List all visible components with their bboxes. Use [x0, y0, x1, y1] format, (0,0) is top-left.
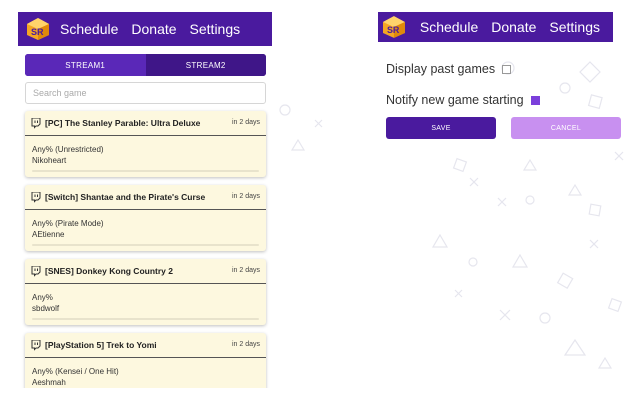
cancel-button[interactable]: CANCEL — [511, 117, 621, 139]
game-card-header: [SNES] Donkey Kong Country 2 in 2 days — [25, 259, 266, 284]
svg-text:SR: SR — [31, 27, 44, 37]
app-header: SR Schedule Donate Settings — [18, 12, 272, 46]
svg-text:SR: SR — [387, 25, 400, 35]
twitch-icon — [31, 339, 41, 351]
twitch-icon — [31, 191, 41, 203]
game-progress-bar — [32, 170, 259, 172]
game-card-header: [PlayStation 5] Trek to Yomi in 2 days — [25, 333, 266, 358]
tab-stream2[interactable]: STREAM2 — [145, 54, 266, 76]
nav-settings[interactable]: Settings — [549, 19, 600, 35]
game-category: Any% (Unrestricted) — [32, 145, 104, 154]
game-category: Any% — [32, 293, 53, 302]
game-title: [SNES] Donkey Kong Country 2 — [45, 266, 173, 276]
game-card[interactable]: [SNES] Donkey Kong Country 2 in 2 days A… — [25, 259, 266, 325]
nav-donate[interactable]: Donate — [131, 21, 176, 37]
game-start-time: in 2 days — [231, 119, 260, 126]
game-category: Any% (Pirate Mode) — [32, 219, 104, 228]
settings-panel: SR Schedule Donate Settings Display past… — [378, 12, 621, 152]
game-card[interactable]: [PC] The Stanley Parable: Ultra Deluxe i… — [25, 111, 266, 177]
game-category: Any% (Kensei / One Hit) — [32, 367, 119, 376]
schedule-panel: SR Schedule Donate Settings STREAM1 STRE… — [18, 12, 272, 388]
game-card[interactable]: [Switch] Shantae and the Pirate's Curse … — [25, 185, 266, 251]
nav-donate[interactable]: Donate — [491, 19, 536, 35]
game-runner: Nikoheart — [32, 156, 67, 165]
search-input[interactable] — [25, 82, 266, 104]
game-card-header: [PC] The Stanley Parable: Ultra Deluxe i… — [25, 111, 266, 136]
game-title: [PlayStation 5] Trek to Yomi — [45, 340, 157, 350]
game-card-header: [Switch] Shantae and the Pirate's Curse … — [25, 185, 266, 210]
game-runner: sbdwolf — [32, 304, 60, 313]
setting-notify-new-game[interactable]: Notify new game starting — [386, 93, 540, 107]
setting-display-past-games[interactable]: Display past games — [386, 62, 512, 76]
game-list: [PC] The Stanley Parable: Ultra Deluxe i… — [25, 111, 266, 388]
stream-tabs: STREAM1 STREAM2 — [25, 54, 266, 76]
game-start-time: in 2 days — [231, 341, 260, 348]
game-start-time: in 2 days — [231, 193, 260, 200]
game-card[interactable]: [PlayStation 5] Trek to Yomi in 2 days A… — [25, 333, 266, 388]
game-runner: AEtienne — [32, 230, 65, 239]
notify-new-game-checkbox[interactable] — [530, 95, 540, 105]
nav-schedule[interactable]: Schedule — [60, 21, 118, 37]
twitch-icon — [31, 117, 41, 129]
setting-label: Notify new game starting — [386, 93, 524, 107]
display-past-games-checkbox[interactable] — [502, 64, 512, 74]
game-title: [PC] The Stanley Parable: Ultra Deluxe — [45, 118, 201, 128]
app-logo-icon[interactable]: SR — [26, 17, 50, 41]
game-runner: Aeshmah — [32, 378, 66, 387]
game-progress-bar — [32, 244, 259, 246]
tab-stream1[interactable]: STREAM1 — [25, 54, 146, 76]
game-start-time: in 2 days — [231, 267, 260, 274]
app-logo-icon[interactable]: SR — [382, 15, 406, 39]
save-button[interactable]: SAVE — [386, 117, 496, 139]
setting-label: Display past games — [386, 62, 496, 76]
game-title: [Switch] Shantae and the Pirate's Curse — [45, 192, 206, 202]
game-progress-bar — [32, 318, 259, 320]
nav-schedule[interactable]: Schedule — [420, 19, 478, 35]
nav-settings[interactable]: Settings — [190, 21, 241, 37]
app-header: SR Schedule Donate Settings — [378, 12, 613, 42]
twitch-icon — [31, 265, 41, 277]
